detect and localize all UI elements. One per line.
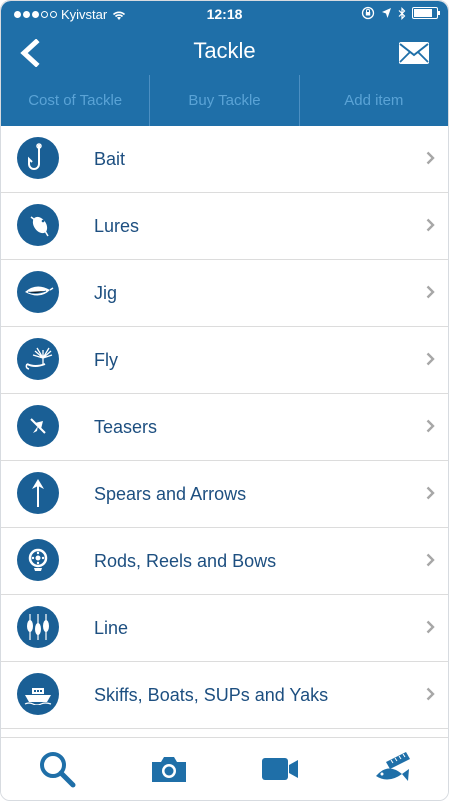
list-item-label: Bait (94, 148, 126, 169)
list-item-bait[interactable]: Bait (1, 126, 448, 193)
list-item-label: Jig (94, 282, 118, 303)
boat-icon (17, 673, 59, 715)
fly-icon (17, 338, 59, 380)
list-item-fly[interactable]: Fly (1, 327, 448, 394)
search-icon (39, 752, 76, 788)
chevron-right-icon (426, 486, 435, 500)
list-item-label: Spears and Arrows (94, 483, 247, 504)
tab-search[interactable] (1, 738, 113, 800)
teaser-icon (17, 405, 59, 447)
tab-buy-tackle[interactable]: Buy Tackle (150, 75, 300, 126)
list-item-teasers[interactable]: Teasers (1, 394, 448, 461)
list-item-label: Fly (94, 349, 118, 370)
video-camera-icon (262, 758, 299, 780)
tackle-list: Bait Lures Jig Fly Teasers Spears and Ar… (1, 126, 448, 738)
tab-add-item[interactable]: Add item (300, 75, 448, 126)
mail-icon[interactable] (398, 41, 430, 65)
list-item-label: Line (94, 617, 129, 638)
status-icons (361, 6, 440, 20)
fish-hook-icon (17, 137, 59, 179)
fish-ruler-icon (376, 752, 411, 781)
segment-tabs: Cost of Tackle Buy Tackle Add item (1, 75, 448, 126)
bottom-tab-bar (1, 737, 448, 800)
list-item-rods-reels-bows[interactable]: Rods, Reels and Bows (1, 528, 448, 595)
chevron-right-icon (426, 218, 435, 232)
header: Kyivstar 12:18 Tackle Cost of Tackle Buy… (1, 1, 448, 126)
bobbers-icon (17, 606, 59, 648)
tab-video[interactable] (225, 738, 337, 800)
jig-icon (17, 271, 59, 313)
location-icon (382, 8, 391, 18)
chevron-right-icon (426, 553, 435, 567)
camera-icon (151, 757, 186, 782)
bluetooth-icon (398, 6, 406, 20)
orientation-lock-icon (361, 6, 375, 20)
tab-camera[interactable] (113, 738, 225, 800)
reel-icon (17, 539, 59, 581)
tab-cost-of-tackle[interactable]: Cost of Tackle (1, 75, 151, 126)
status-bar: Kyivstar 12:18 (1, 1, 448, 29)
arrow-icon (17, 472, 59, 514)
chevron-right-icon (426, 285, 435, 299)
tab-catch-log[interactable] (336, 738, 448, 800)
list-item-boats[interactable]: Skiffs, Boats, SUPs and Yaks (1, 662, 448, 729)
list-item-label: Skiffs, Boats, SUPs and Yaks (94, 684, 329, 705)
page-title: Tackle (193, 38, 256, 63)
list-item-spears-and-arrows[interactable]: Spears and Arrows (1, 461, 448, 528)
title-bar: Tackle (1, 29, 448, 75)
lure-icon (17, 204, 59, 246)
chevron-right-icon (426, 620, 435, 634)
list-item-lures[interactable]: Lures (1, 193, 448, 260)
list-item-label: Lures (94, 215, 140, 236)
list-item-label: Rods, Reels and Bows (94, 550, 277, 571)
chevron-right-icon (426, 687, 435, 701)
battery-icon (412, 7, 440, 19)
list-item-jig[interactable]: Jig (1, 260, 448, 327)
app-frame: Kyivstar 12:18 Tackle Cost of Tackle Buy… (0, 0, 449, 801)
chevron-right-icon (426, 419, 435, 433)
chevron-right-icon (426, 352, 435, 366)
list-item-label: Teasers (94, 416, 158, 437)
chevron-right-icon (426, 151, 435, 165)
list-item-line[interactable]: Line (1, 595, 448, 662)
